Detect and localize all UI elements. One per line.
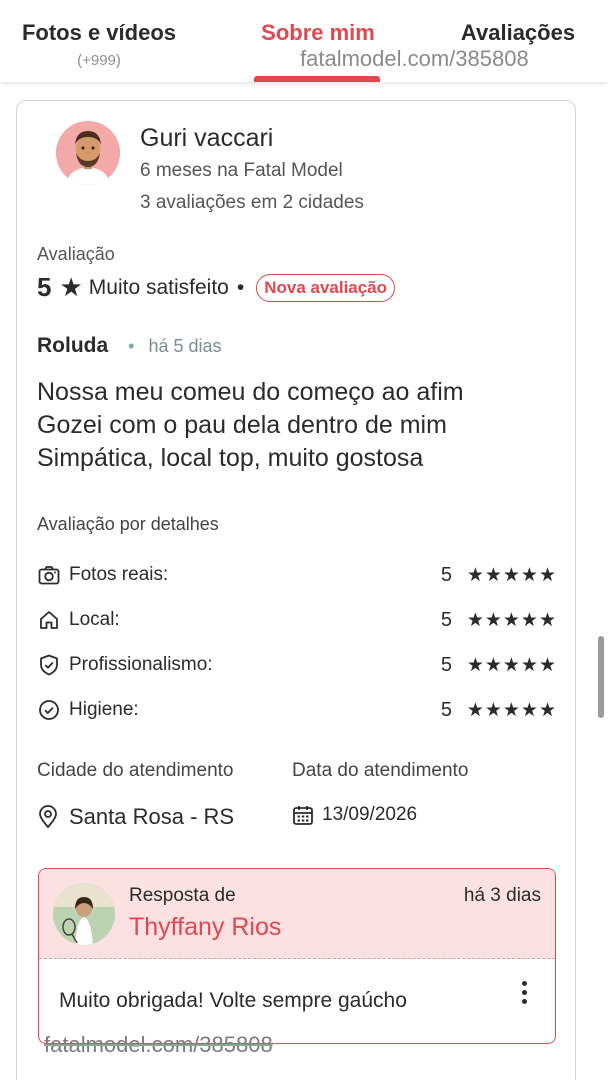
rating-summary: 5 ★ Muito satisfeito • Nova avaliação bbox=[37, 272, 396, 303]
detail-value: 5 bbox=[440, 698, 452, 721]
detail-value: 5 bbox=[440, 608, 452, 631]
rating-text: Muito satisfeito bbox=[88, 275, 229, 299]
review-text-line: Nossa meu comeu do começo ao afim bbox=[37, 378, 464, 406]
reply-header: Resposta de há 3 dias Thyffany Rios bbox=[39, 869, 555, 959]
review-text: Nossa meu comeu do começo ao afim Gozei … bbox=[37, 376, 557, 475]
more-options-icon[interactable] bbox=[519, 981, 529, 1007]
star-icon: ★ bbox=[59, 272, 83, 302]
detail-label: Fotos reais: bbox=[69, 564, 169, 585]
separator-dot: • bbox=[128, 336, 135, 356]
reply-author-avatar[interactable] bbox=[53, 883, 115, 945]
calendar-icon bbox=[293, 806, 313, 825]
reply-label: Resposta de bbox=[129, 885, 236, 906]
city-value-row: Santa Rosa - RS bbox=[37, 804, 234, 830]
tab-sobre-mim-label: Sobre mim bbox=[261, 20, 375, 45]
detail-row-profissionalismo: Profissionalismo: 5 ★★★★★ bbox=[37, 652, 557, 678]
tab-avaliacoes-label: Avaliações bbox=[460, 20, 576, 45]
detail-stars: ★★★★★ bbox=[466, 564, 557, 586]
detail-label: Local: bbox=[69, 609, 120, 630]
detail-stars: ★★★★★ bbox=[466, 609, 557, 631]
date-label: Data do atendimento bbox=[292, 760, 469, 781]
watermark-top: fatalmodel.com/385808 bbox=[300, 46, 529, 71]
reviewed-profile-name: Roluda bbox=[37, 334, 109, 357]
detail-value: 5 bbox=[440, 653, 452, 676]
review-text-line: Gozei com o pau dela dentro de mim bbox=[37, 411, 447, 439]
reviewer-membership: 6 meses na Fatal Model bbox=[140, 160, 343, 181]
detail-row-fotos-reais: Fotos reais: 5 ★★★★★ bbox=[37, 562, 557, 588]
detail-row-higiene: Higiene: 5 ★★★★★ bbox=[37, 697, 557, 723]
detail-row-local: Local: 5 ★★★★★ bbox=[37, 607, 557, 633]
city-label: Cidade do atendimento bbox=[37, 760, 234, 781]
new-review-badge: Nova avaliação bbox=[256, 273, 396, 302]
reviewer-avatar[interactable] bbox=[56, 121, 120, 185]
date-value-row: 13/09/2026 bbox=[292, 804, 417, 826]
rating-label: Avaliação bbox=[37, 244, 115, 264]
tab-sobre-mim[interactable]: Sobre mim bbox=[248, 20, 388, 46]
scrollbar-thumb[interactable] bbox=[598, 636, 604, 718]
reply-text: Muito obrigada! Volte sempre gaúcho bbox=[59, 989, 407, 1012]
review-time: há 5 dias bbox=[148, 336, 222, 356]
reply-box: Resposta de há 3 dias Thyffany Rios Muit… bbox=[38, 868, 556, 1044]
tab-fotos-videos-count: (+999) bbox=[77, 52, 121, 69]
review-text-line: Simpática, local top, muito gostosa bbox=[37, 444, 424, 472]
detail-stars: ★★★★★ bbox=[466, 699, 557, 721]
tab-avaliacoes[interactable]: Avaliações bbox=[448, 20, 588, 46]
detail-stars: ★★★★★ bbox=[466, 654, 557, 676]
reviewed-profile-row: Roluda • há 5 dias bbox=[37, 334, 222, 358]
separator-dot: • bbox=[236, 275, 245, 299]
tab-fotos-videos[interactable]: Fotos e vídeos (+999) bbox=[14, 20, 184, 69]
home-icon bbox=[40, 611, 58, 629]
shield-check-icon bbox=[40, 654, 58, 676]
reviewer-review-count: 3 avaliações em 2 cidades bbox=[140, 192, 364, 213]
active-tab-indicator bbox=[254, 76, 380, 82]
date-value: 13/09/2026 bbox=[322, 804, 418, 825]
reviewer-avatar-illustration bbox=[56, 121, 120, 185]
detail-value: 5 bbox=[440, 563, 452, 586]
camera-icon bbox=[38, 566, 60, 585]
location-pin-icon bbox=[39, 805, 57, 829]
rating-value: 5 bbox=[37, 272, 52, 302]
tab-fotos-videos-label: Fotos e vídeos bbox=[21, 20, 177, 45]
reply-time: há 3 dias bbox=[463, 885, 541, 906]
detail-label: Profissionalismo: bbox=[69, 654, 213, 675]
check-circle-icon bbox=[39, 700, 59, 720]
city-value: Santa Rosa - RS bbox=[69, 804, 235, 829]
reply-author-name[interactable]: Thyffany Rios bbox=[129, 913, 281, 942]
detail-label: Higiene: bbox=[69, 699, 139, 720]
reviewer-name[interactable]: Guri vaccari bbox=[140, 124, 273, 153]
reply-author-avatar-photo bbox=[53, 883, 115, 945]
details-title: Avaliação por detalhes bbox=[37, 514, 219, 534]
watermark-bottom: fatalmodel.com/385808 bbox=[44, 1032, 273, 1057]
